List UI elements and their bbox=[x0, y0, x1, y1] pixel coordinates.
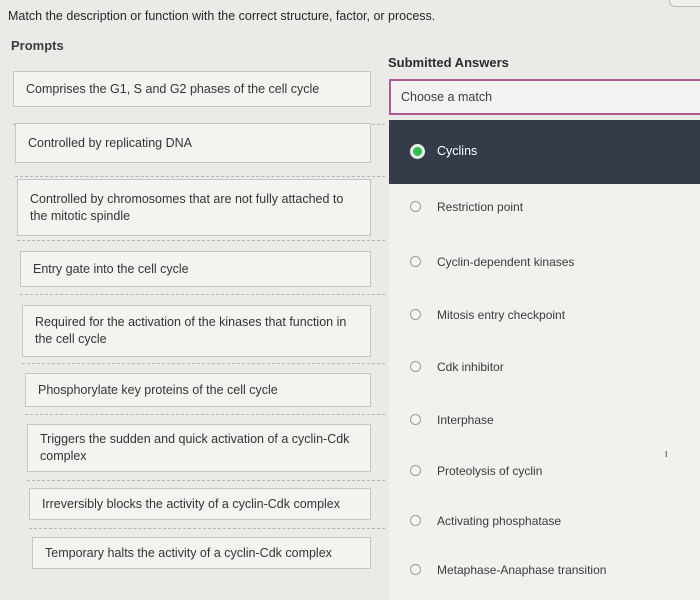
prompt-item[interactable]: Required for the activation of the kinas… bbox=[22, 305, 371, 357]
option-label: Metaphase-Anaphase transition bbox=[437, 563, 607, 577]
option-label: Cyclin-dependent kinases bbox=[437, 255, 575, 269]
option-interphase[interactable]: Interphase bbox=[389, 399, 700, 441]
option-proteolysis-of-cyclin[interactable]: Proteolysis of cyclin bbox=[389, 450, 700, 492]
prompt-text: Required for the activation of the kinas… bbox=[35, 315, 347, 346]
divider bbox=[27, 480, 385, 481]
prompt-item[interactable]: Temporary halts the activity of a cyclin… bbox=[32, 537, 371, 569]
option-restriction-point[interactable]: Restriction point bbox=[389, 186, 700, 228]
prompt-item[interactable]: Entry gate into the cell cycle bbox=[20, 251, 371, 287]
option-label: Mitosis entry checkpoint bbox=[437, 308, 566, 322]
divider bbox=[29, 528, 385, 529]
divider bbox=[15, 176, 385, 177]
prompt-item[interactable]: Phosphorylate key proteins of the cell c… bbox=[25, 373, 371, 407]
instructions-text: Match the description or function with t… bbox=[8, 9, 436, 23]
option-mitosis-entry-checkpoint[interactable]: Mitosis entry checkpoint bbox=[389, 294, 700, 336]
divider bbox=[22, 363, 385, 364]
option-cdk-inhibitor[interactable]: Cdk inhibitor bbox=[389, 346, 700, 388]
prompt-item[interactable]: Controlled by replicating DNA bbox=[15, 123, 371, 163]
prompt-text: Comprises the G1, S and G2 phases of the… bbox=[26, 81, 320, 96]
radio-selected-icon[interactable] bbox=[410, 144, 425, 159]
radio-icon[interactable] bbox=[410, 465, 421, 476]
radio-icon[interactable] bbox=[410, 256, 421, 267]
prompt-text: Irreversibly blocks the activity of a cy… bbox=[42, 496, 341, 511]
prompt-text: Controlled by replicating DNA bbox=[28, 135, 192, 150]
option-label: Cdk inhibitor bbox=[437, 360, 504, 374]
prompt-text: Triggers the sudden and quick activation… bbox=[40, 432, 350, 463]
divider bbox=[17, 240, 385, 241]
option-label: Activating phosphatase bbox=[437, 514, 562, 528]
prompt-text: Temporary halts the activity of a cyclin… bbox=[45, 545, 332, 560]
option-cyclin-dependent-kinases[interactable]: Cyclin-dependent kinases bbox=[389, 241, 700, 283]
match-select[interactable]: Choose a match bbox=[389, 79, 700, 115]
option-label: Cyclins bbox=[437, 144, 478, 158]
prompt-item[interactable]: Triggers the sudden and quick activation… bbox=[27, 424, 371, 472]
radio-icon[interactable] bbox=[410, 361, 421, 372]
stray-mark: ι bbox=[665, 448, 668, 460]
select-placeholder: Choose a match bbox=[401, 90, 493, 104]
radio-icon[interactable] bbox=[410, 201, 421, 212]
divider bbox=[20, 294, 385, 295]
option-label: Proteolysis of cyclin bbox=[437, 464, 543, 478]
prompt-text: Phosphorylate key proteins of the cell c… bbox=[38, 382, 278, 397]
option-cyclins[interactable]: Cyclins bbox=[389, 120, 700, 184]
corner-input-box[interactable] bbox=[669, 0, 700, 7]
prompts-heading: Prompts bbox=[11, 38, 64, 53]
prompt-item[interactable]: Comprises the G1, S and G2 phases of the… bbox=[13, 71, 371, 107]
option-label: Restriction point bbox=[437, 200, 524, 214]
option-metaphase-anaphase-transition[interactable]: Metaphase-Anaphase transition bbox=[389, 549, 700, 591]
options-dropdown: Cyclins Restriction point Cyclin-depende… bbox=[389, 120, 700, 600]
prompt-item[interactable]: Controlled by chromosomes that are not f… bbox=[17, 179, 371, 236]
divider bbox=[25, 414, 385, 415]
prompt-item[interactable]: Irreversibly blocks the activity of a cy… bbox=[29, 488, 371, 520]
radio-icon[interactable] bbox=[410, 564, 421, 575]
radio-icon[interactable] bbox=[410, 309, 421, 320]
submitted-answers-heading: Submitted Answers bbox=[388, 55, 509, 70]
option-activating-phosphatase[interactable]: Activating phosphatase bbox=[389, 500, 700, 542]
option-label: Interphase bbox=[437, 413, 494, 427]
prompt-text: Entry gate into the cell cycle bbox=[33, 261, 189, 276]
prompt-text: Controlled by chromosomes that are not f… bbox=[30, 191, 344, 223]
radio-icon[interactable] bbox=[410, 515, 421, 526]
radio-icon[interactable] bbox=[410, 414, 421, 425]
